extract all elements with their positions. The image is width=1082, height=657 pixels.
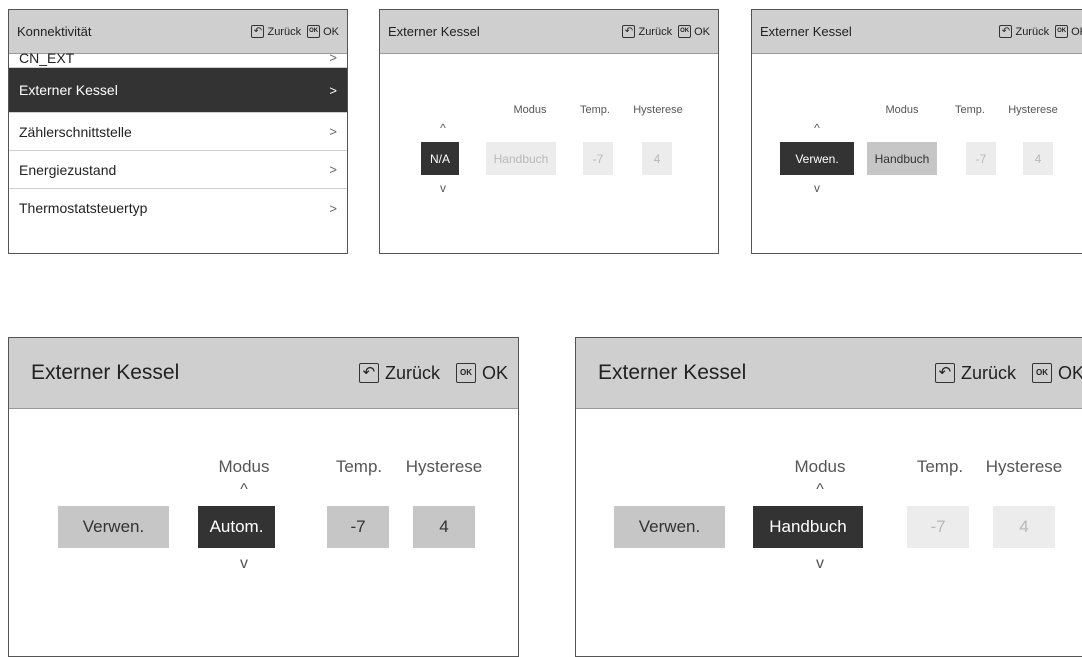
menu-item-label: Externer Kessel bbox=[19, 82, 118, 98]
back-label: Zurück bbox=[1015, 25, 1050, 38]
kessel-header: Externer Kessel Zurück OK OK bbox=[752, 10, 1082, 54]
hysterese-label: Hysterese bbox=[633, 104, 683, 116]
back-icon bbox=[999, 25, 1013, 38]
use-selector[interactable]: N/A bbox=[421, 142, 459, 175]
back-icon bbox=[358, 363, 379, 383]
menu-item-energiezustand[interactable]: Energiezustand > bbox=[9, 151, 347, 189]
temp-selector[interactable]: -7 bbox=[907, 506, 969, 548]
ok-icon: OK bbox=[1031, 363, 1052, 383]
use-selector[interactable]: Verwen. bbox=[58, 506, 169, 548]
ok-label: OK bbox=[1071, 25, 1082, 38]
ok-button[interactable]: OK OK bbox=[455, 362, 508, 384]
ok-button[interactable]: OK OK bbox=[1055, 25, 1082, 38]
chevron-down-icon[interactable]: v bbox=[802, 182, 832, 194]
chevron-right-icon: > bbox=[329, 82, 337, 98]
kessel-header: Externer Kessel Zurück OK OK bbox=[380, 10, 718, 54]
back-icon bbox=[251, 25, 265, 38]
menu-item-cn-ext[interactable]: CN_EXT > bbox=[9, 48, 347, 68]
use-selector[interactable]: Verwen. bbox=[614, 506, 725, 548]
ok-button[interactable]: OK OK bbox=[678, 25, 710, 38]
ok-button[interactable]: OK OK bbox=[1031, 362, 1082, 384]
chevron-down-icon[interactable]: v bbox=[800, 556, 840, 572]
modus-label: Modus bbox=[513, 104, 547, 116]
kessel-title: Externer Kessel bbox=[388, 24, 480, 39]
chevron-right-icon: > bbox=[329, 162, 337, 177]
mode-selector[interactable]: Handbuch bbox=[753, 506, 863, 548]
chevron-right-icon: > bbox=[329, 124, 337, 139]
back-button[interactable]: Zurück bbox=[622, 25, 672, 38]
mode-selector[interactable]: Handbuch bbox=[867, 142, 937, 175]
kessel-panel-na: Externer Kessel Zurück OK OK Modus Temp.… bbox=[379, 9, 719, 254]
kessel-title: Externer Kessel bbox=[31, 361, 180, 384]
hysterese-label: Hysterese bbox=[405, 457, 483, 476]
mode-selector[interactable]: Autom. bbox=[198, 506, 275, 548]
modus-label: Modus bbox=[218, 457, 270, 476]
back-icon bbox=[934, 363, 955, 383]
ok-icon: OK bbox=[678, 25, 692, 38]
menu-item-label: Energiezustand bbox=[19, 161, 117, 178]
mode-selector[interactable]: Handbuch bbox=[486, 142, 556, 175]
ok-label: OK bbox=[481, 362, 508, 383]
hysterese-label: Hysterese bbox=[1008, 104, 1058, 116]
temp-label: Temp. bbox=[955, 104, 985, 116]
temp-selector[interactable]: -7 bbox=[583, 142, 613, 175]
kessel-title: Externer Kessel bbox=[760, 24, 852, 39]
kessel-title: Externer Kessel bbox=[598, 361, 747, 384]
ok-button[interactable]: OK OK bbox=[307, 25, 339, 38]
connectivity-menu-panel: Konnektivität Zurück OK OK CN_EXT > Exte… bbox=[8, 9, 348, 254]
chevron-up-icon[interactable]: ^ bbox=[800, 482, 840, 498]
kessel-panel-use: Externer Kessel Zurück OK OK Modus Temp.… bbox=[751, 9, 1082, 254]
kessel-panel-manual: Externer Kessel Zurück OK OK Modus Temp.… bbox=[575, 337, 1082, 657]
temp-label: Temp. bbox=[335, 457, 383, 476]
back-button[interactable]: Zurück bbox=[358, 362, 440, 384]
back-button[interactable]: Zurück bbox=[934, 362, 1016, 384]
chevron-down-icon[interactable]: v bbox=[224, 556, 264, 572]
chevron-right-icon: > bbox=[329, 200, 337, 216]
modus-label: Modus bbox=[885, 104, 919, 116]
menu-item-label: CN_EXT bbox=[19, 49, 75, 66]
back-button[interactable]: Zurück bbox=[251, 25, 301, 38]
temp-label: Temp. bbox=[916, 457, 964, 476]
use-selector[interactable]: Verwen. bbox=[780, 142, 854, 175]
hysterese-selector[interactable]: 4 bbox=[993, 506, 1055, 548]
kessel-panel-auto: Externer Kessel Zurück OK OK Modus Temp.… bbox=[8, 337, 519, 657]
chevron-down-icon[interactable]: v bbox=[428, 182, 458, 194]
ok-icon: OK bbox=[1055, 25, 1069, 38]
ok-icon: OK bbox=[307, 25, 321, 38]
temp-selector[interactable]: -7 bbox=[327, 506, 389, 548]
menu-item-label: Zählerschnittstelle bbox=[19, 123, 132, 140]
hysterese-selector[interactable]: 4 bbox=[642, 142, 672, 175]
temp-label: Temp. bbox=[580, 104, 610, 116]
back-button[interactable]: Zurück bbox=[999, 25, 1049, 38]
temp-selector[interactable]: -7 bbox=[966, 142, 996, 175]
menu-item-externer-kessel[interactable]: Externer Kessel > bbox=[9, 68, 347, 113]
kessel-header: Externer Kessel Zurück OK OK bbox=[9, 338, 518, 409]
ok-label: OK bbox=[1057, 362, 1082, 383]
ok-label: OK bbox=[694, 25, 710, 38]
back-icon bbox=[622, 25, 636, 38]
modus-label: Modus bbox=[794, 457, 846, 476]
chevron-right-icon: > bbox=[329, 50, 337, 65]
ok-icon: OK bbox=[455, 363, 476, 383]
kessel-header: Externer Kessel Zurück OK OK bbox=[576, 338, 1082, 409]
back-label: Zurück bbox=[267, 25, 302, 38]
back-label: Zurück bbox=[384, 362, 440, 383]
chevron-up-icon[interactable]: ^ bbox=[428, 122, 458, 134]
back-label: Zurück bbox=[638, 25, 673, 38]
chevron-up-icon[interactable]: ^ bbox=[224, 482, 264, 498]
menu-title: Konnektivität bbox=[17, 24, 92, 39]
menu-item-label: Thermostatsteuertyp bbox=[19, 200, 148, 216]
hysterese-label: Hysterese bbox=[985, 457, 1063, 476]
menu-item-thermostatsteuertyp[interactable]: Thermostatsteuertyp > bbox=[9, 189, 347, 227]
menu-item-zaehlerschnittstelle[interactable]: Zählerschnittstelle > bbox=[9, 113, 347, 151]
hysterese-selector[interactable]: 4 bbox=[413, 506, 475, 548]
hysterese-selector[interactable]: 4 bbox=[1023, 142, 1053, 175]
back-label: Zurück bbox=[960, 362, 1016, 383]
ok-label: OK bbox=[323, 25, 339, 38]
chevron-up-icon[interactable]: ^ bbox=[802, 122, 832, 134]
menu-list: CN_EXT > Externer Kessel > Zählerschnitt… bbox=[9, 48, 347, 227]
